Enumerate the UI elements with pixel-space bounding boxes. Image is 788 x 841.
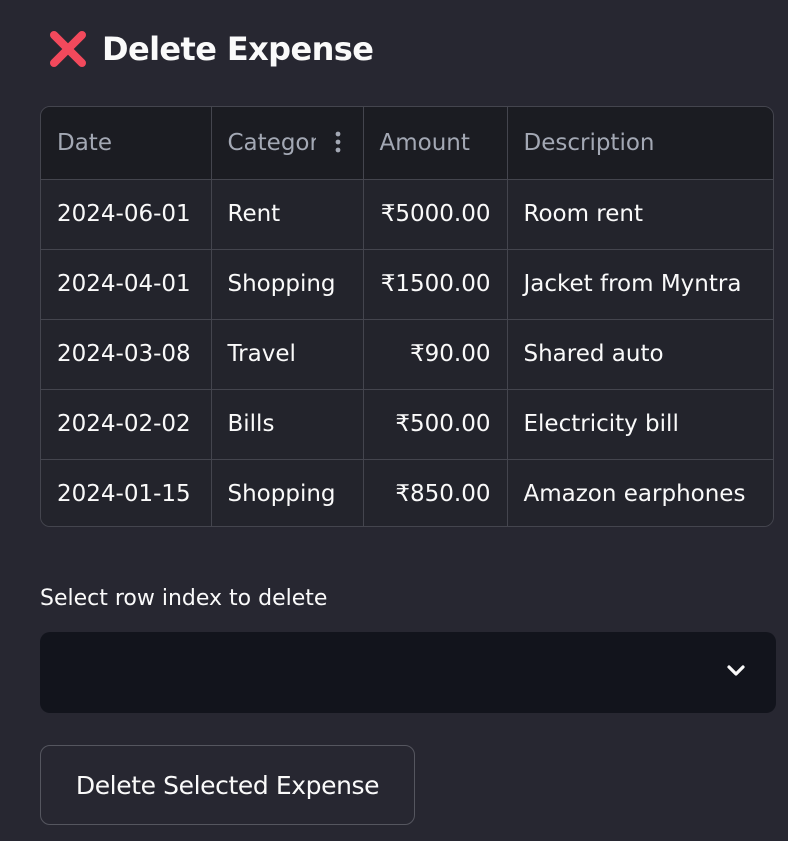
cell-date[interactable]: 2024-04-01 [41, 249, 212, 320]
page-title: Delete Expense [46, 26, 374, 72]
table-row[interactable]: 2024-01-15 Shopping ₹850.00 Amazon earph… [41, 459, 773, 526]
cell-category[interactable]: Rent [211, 179, 364, 250]
chevron-down-icon[interactable] [726, 664, 746, 678]
cell-amount[interactable]: ₹1500.00 [363, 249, 508, 320]
cell-description[interactable]: Shared auto [507, 319, 773, 390]
row-index-select-label: Select row index to delete [40, 586, 328, 611]
table-row[interactable]: 2024-04-01 Shopping ₹1500.00 Jacket from… [41, 249, 773, 320]
cell-date[interactable]: 2024-01-15 [41, 459, 212, 526]
delete-expense-page: Delete Expense Date Category [0, 0, 788, 841]
expense-table[interactable]: Date Category Amount Description [40, 106, 774, 527]
page-title-text: Delete Expense [102, 30, 374, 68]
cell-amount[interactable]: ₹500.00 [363, 389, 508, 460]
cell-amount[interactable]: ₹850.00 [363, 459, 508, 526]
column-header-description[interactable]: Description [507, 107, 773, 180]
column-header-date[interactable]: Date [41, 107, 212, 180]
delete-selected-expense-button[interactable]: Delete Selected Expense [40, 745, 415, 825]
row-index-select[interactable] [40, 632, 776, 713]
column-header-category[interactable]: Category [211, 107, 364, 180]
cell-date[interactable]: 2024-03-08 [41, 319, 212, 390]
cell-description[interactable]: Jacket from Myntra [507, 249, 773, 320]
cell-date[interactable]: 2024-02-02 [41, 389, 212, 460]
cell-category[interactable]: Travel [211, 319, 364, 390]
cell-amount[interactable]: ₹5000.00 [363, 179, 508, 250]
cell-category[interactable]: Shopping [211, 249, 364, 320]
table-row[interactable]: 2024-02-02 Bills ₹500.00 Electricity bil… [41, 389, 773, 460]
cell-category[interactable]: Shopping [211, 459, 364, 526]
cell-description[interactable]: Amazon earphones [507, 459, 773, 526]
cell-description[interactable]: Electricity bill [507, 389, 773, 460]
column-header-category-label: Category [227, 130, 316, 156]
cell-category[interactable]: Bills [211, 389, 364, 460]
cell-date[interactable]: 2024-06-01 [41, 179, 212, 250]
column-header-amount[interactable]: Amount [363, 107, 508, 180]
column-menu-icon[interactable] [335, 131, 341, 153]
cell-amount[interactable]: ₹90.00 [363, 319, 508, 390]
table-row[interactable]: 2024-03-08 Travel ₹90.00 Shared auto [41, 319, 773, 390]
cross-mark-icon [50, 31, 86, 67]
cell-description[interactable]: Room rent [507, 179, 773, 250]
table-row[interactable]: 2024-06-01 Rent ₹5000.00 Room rent [41, 179, 773, 250]
table-header-row: Date Category Amount Description [41, 107, 773, 180]
